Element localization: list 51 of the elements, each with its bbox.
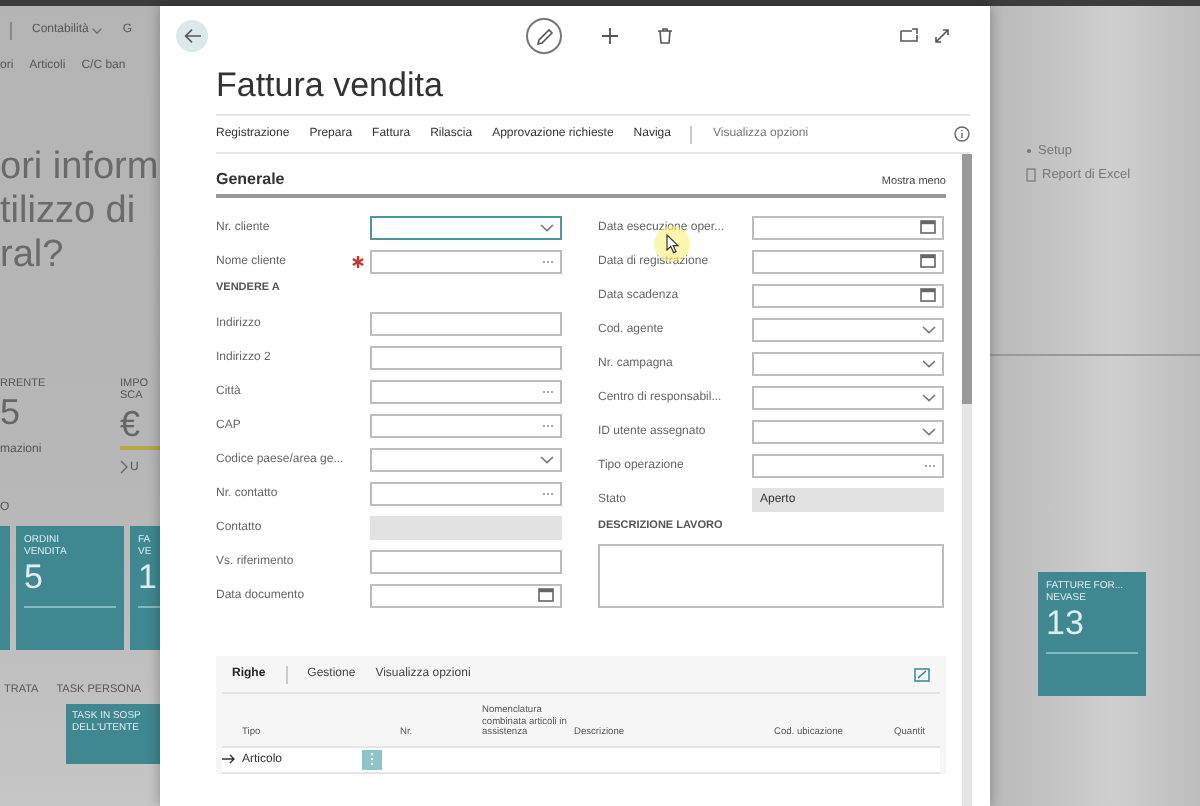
calendar-icon — [920, 288, 936, 302]
input-field[interactable] — [370, 249, 562, 273]
input-field[interactable] — [370, 379, 562, 403]
chevron-down-icon — [922, 359, 936, 367]
input-field[interactable] — [370, 413, 562, 437]
input-field[interactable] — [370, 215, 562, 239]
headline-text: tilizzo di — [0, 190, 138, 234]
pencil-icon — [535, 27, 553, 45]
window-icon[interactable] — [900, 28, 918, 42]
tile[interactable] — [0, 526, 10, 650]
back-button[interactable] — [176, 20, 208, 52]
kpi-value: € — [120, 402, 143, 446]
calendar-icon — [920, 254, 936, 268]
row-menu-button[interactable] — [362, 749, 382, 770]
input-field[interactable] — [752, 249, 944, 273]
input-field[interactable] — [752, 317, 944, 341]
chevron-down-icon — [922, 325, 936, 333]
chevron-down-icon — [540, 223, 554, 231]
dot-icon — [1026, 147, 1032, 153]
text-area[interactable] — [598, 544, 944, 608]
input-field[interactable] — [752, 283, 944, 307]
input-field[interactable] — [752, 351, 944, 375]
chevron-down-icon — [922, 393, 936, 401]
input-field[interactable] — [752, 215, 944, 239]
info-icon[interactable] — [954, 126, 970, 142]
arrow-left-icon — [183, 28, 201, 44]
trash-icon[interactable] — [658, 28, 672, 44]
chevron-down-icon — [540, 455, 554, 463]
chevron-down-icon — [922, 427, 936, 435]
input-field[interactable] — [752, 419, 944, 443]
headline-text: ral? — [0, 234, 66, 278]
sheet-icon — [1026, 167, 1036, 181]
input-field[interactable] — [752, 385, 944, 409]
input-field[interactable] — [370, 345, 562, 369]
input-field[interactable] — [370, 311, 562, 335]
headline-text: ori inform — [0, 146, 160, 190]
calendar-icon — [920, 220, 936, 234]
section-title: Generale — [216, 168, 285, 188]
input-field[interactable] — [370, 447, 562, 471]
expand-icon[interactable] — [914, 667, 930, 681]
plus-icon[interactable] — [602, 28, 618, 44]
input-field[interactable] — [370, 481, 562, 505]
kpi-value: 5 — [0, 390, 23, 434]
scrollbar[interactable] — [962, 154, 972, 404]
input-field[interactable] — [370, 583, 562, 607]
input-field[interactable] — [752, 453, 944, 477]
page-title: Fattura vendita — [214, 66, 445, 108]
edit-button[interactable] — [526, 18, 562, 54]
calendar-icon — [538, 588, 554, 602]
expand-icon[interactable] — [934, 28, 950, 44]
input-field[interactable] — [370, 549, 562, 573]
